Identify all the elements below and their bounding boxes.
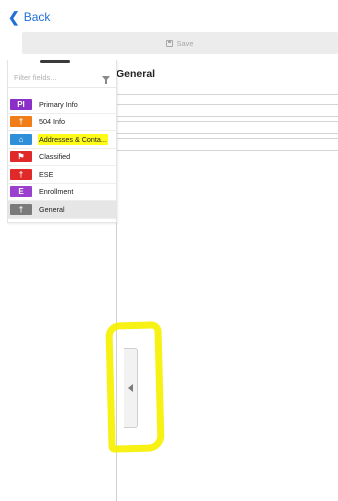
form-field[interactable] bbox=[116, 104, 338, 117]
sidebar-item[interactable]: E Enrollment bbox=[8, 184, 116, 201]
save-button[interactable]: Save bbox=[22, 32, 338, 54]
form-field[interactable] bbox=[116, 121, 338, 134]
section-badge-icon: E bbox=[10, 186, 32, 198]
back-label: Back bbox=[23, 10, 51, 24]
section-badge-icon: † bbox=[10, 116, 32, 128]
save-label: Save bbox=[176, 38, 194, 48]
form-field-line bbox=[116, 94, 338, 95]
collapse-sidebar-button[interactable] bbox=[124, 348, 138, 428]
section-badge-icon: † bbox=[10, 168, 32, 180]
sidebar-item-label: Classified bbox=[39, 152, 71, 162]
fields-sidebar: Filter fields... PI Primary Info † 504 Info… bbox=[7, 60, 117, 223]
sidebar-item-label: 504 Info bbox=[39, 117, 65, 127]
chevron-left-icon: ❮ bbox=[8, 9, 20, 25]
section-badge-icon: ⚑ bbox=[10, 151, 32, 163]
drag-handle[interactable] bbox=[40, 60, 70, 63]
form-field[interactable] bbox=[116, 138, 338, 151]
sidebar-item-label: ESE bbox=[39, 169, 54, 179]
sidebar-item[interactable]: ⌂ Addresses & Conta... bbox=[8, 131, 116, 149]
sidebar-item[interactable]: † General bbox=[8, 201, 116, 219]
chevron-left-icon bbox=[128, 384, 133, 392]
filter-icon[interactable] bbox=[102, 75, 110, 84]
section-badge-icon: PI bbox=[10, 98, 32, 110]
floppy-disk-icon bbox=[166, 39, 174, 47]
sidebar-item-label: General bbox=[39, 204, 65, 214]
sidebar-item-label: Addresses & Conta... bbox=[38, 133, 108, 145]
sidebar-list: PI Primary Info † 504 Info ⌂ Addresses & Cont… bbox=[8, 96, 116, 219]
sidebar-item[interactable]: † 504 Info bbox=[8, 114, 116, 131]
sidebar-item[interactable]: † ESE bbox=[8, 166, 116, 184]
sidebar-item[interactable]: PI Primary Info bbox=[8, 96, 116, 114]
section-badge-icon: ⌂ bbox=[10, 133, 32, 145]
filter-placeholder: Filter fields... bbox=[14, 73, 57, 82]
section-title: General bbox=[116, 68, 156, 80]
back-button[interactable]: ❮ Back bbox=[8, 8, 50, 26]
section-badge-icon: † bbox=[10, 203, 32, 215]
sidebar-item[interactable]: ⚑ Classified bbox=[8, 149, 116, 166]
sidebar-item-label: Primary Info bbox=[39, 99, 78, 109]
sidebar-item-label: Enrollment bbox=[39, 187, 74, 197]
filter-input[interactable]: Filter fields... bbox=[8, 68, 116, 88]
